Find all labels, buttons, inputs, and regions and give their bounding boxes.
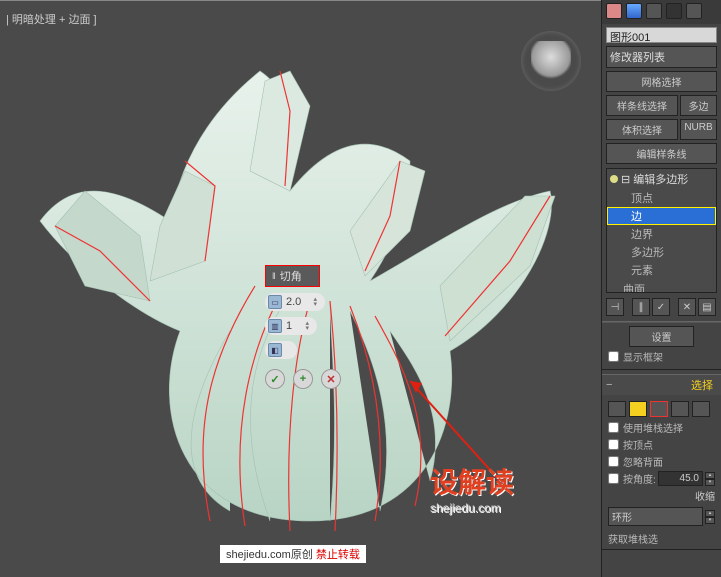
chk-show-cage[interactable]: 显示框架 [608, 349, 715, 364]
subobj-polygon[interactable]: 多边形 [607, 243, 716, 261]
lbl-stack-msg: 获取堆栈选 [608, 531, 715, 546]
bulb-icon[interactable] [610, 175, 618, 183]
rollout-selection: 选择 使用堆栈选择 按顶点 忽略背面 按角度: 45.0 ▴▾ 收缩 环形 ▴▾ [602, 374, 721, 550]
chk-ignore-backface[interactable]: 忽略背面 [608, 454, 715, 469]
command-panel: 图形001 修改器列表 网格选择 样条线选择 多边 体积选择 NURB 编辑样条… [601, 0, 721, 577]
tab-hierarchy[interactable] [646, 3, 662, 19]
tab-modify[interactable] [626, 3, 642, 19]
ring-up[interactable]: ▴ [705, 510, 715, 517]
unique-icon[interactable]: ✓ [652, 298, 670, 316]
stack-tools: ⊣ ∥ ✓ ✕ ▤ [606, 297, 717, 317]
chamfer-amount-pill[interactable]: ▭ 2.0 ▴▾ [265, 293, 325, 311]
btn-nurbs[interactable]: NURB [680, 119, 717, 140]
caddy-cancel-button[interactable]: ✕ [321, 369, 341, 389]
chk-by-vertex[interactable]: 按顶点 [608, 437, 715, 452]
lbl-contract: 收缩 [608, 488, 715, 503]
chamfer-option-pill[interactable]: ◧ [265, 341, 297, 359]
subobj-edge[interactable]: 边 [607, 207, 716, 225]
angle-up[interactable]: ▴ [705, 472, 715, 479]
tab-utilities[interactable] [686, 3, 702, 19]
so-vertex[interactable] [608, 401, 626, 417]
angle-value[interactable]: 45.0 [658, 471, 703, 486]
watermark: 设解读 shejiedu.com [430, 461, 514, 515]
row-by-angle: 按角度: 45.0 ▴▾ [608, 471, 715, 486]
chamfer-seg-icon: ▥ [268, 319, 282, 333]
subobj-vertex[interactable]: 顶点 [607, 189, 716, 207]
caddy-apply-plus-button[interactable]: + [293, 369, 313, 389]
btn-spline-select[interactable]: 样条线选择 [606, 95, 678, 116]
so-element[interactable] [692, 401, 710, 417]
caddy-apply-button[interactable]: ✓ [265, 369, 285, 389]
btn-mesh-select[interactable]: 网格选择 [606, 71, 717, 92]
remove-icon[interactable]: ✕ [678, 298, 696, 316]
configure-icon[interactable]: ▤ [698, 298, 716, 316]
subobject-buttons [608, 401, 715, 417]
drop-ring[interactable]: 环形 [608, 507, 703, 526]
viewport-3d[interactable]: | 明暗处理 + 边面 ] [0, 0, 601, 577]
show-end-icon[interactable]: ∥ [632, 298, 650, 316]
so-edge[interactable] [629, 401, 647, 417]
rollout-settings: 设置 显示框架 [602, 321, 721, 370]
subobj-element[interactable]: 元素 [607, 261, 716, 279]
modifier-list-dropdown[interactable]: 修改器列表 [606, 46, 717, 68]
btn-vol-select[interactable]: 体积选择 [606, 119, 678, 140]
btn-poly[interactable]: 多边 [680, 95, 717, 116]
tab-create[interactable] [606, 3, 622, 19]
chamfer-amount-value: 2.0 [286, 296, 301, 308]
viewport-label: | 明暗处理 + 边面 ] [6, 11, 97, 27]
footer-credit: shejiedu.com原创 禁止转载 [220, 545, 366, 563]
btn-settings[interactable]: 设置 [629, 326, 693, 347]
chamfer-amount-icon: ▭ [268, 295, 282, 309]
chamfer-segments-pill[interactable]: ▥ 1 ▴▾ [265, 317, 317, 335]
chk-use-stack[interactable]: 使用堆栈选择 [608, 420, 715, 435]
pin-icon[interactable]: ⊣ [606, 298, 624, 316]
chamfer-caddy: 切角 ▭ 2.0 ▴▾ ▥ 1 ▴▾ ◧ ✓ + ✕ [265, 265, 341, 389]
subobj-border[interactable]: 边界 [607, 225, 716, 243]
modifier-stack[interactable]: ⊟ 编辑多边形 顶点 边 边界 多边形 元素 曲面 [606, 168, 717, 293]
chk-by-angle[interactable]: 按角度: [608, 471, 656, 486]
object-name-field[interactable]: 图形001 [606, 27, 717, 43]
rollout-select-title[interactable]: 选择 [616, 377, 717, 393]
angle-down[interactable]: ▾ [705, 479, 715, 486]
stack-modifier[interactable]: ⊟ 编辑多边形 [607, 169, 716, 189]
so-border[interactable] [650, 401, 668, 417]
so-poly[interactable] [671, 401, 689, 417]
stack-base[interactable]: 曲面 [607, 279, 716, 293]
chamfer-seg-value: 1 [286, 320, 292, 332]
panel-tab-row [602, 0, 721, 24]
ring-down[interactable]: ▾ [705, 517, 715, 524]
btn-edit-spline[interactable]: 编辑样条线 [606, 143, 717, 164]
tab-display[interactable] [666, 3, 682, 19]
caddy-title[interactable]: 切角 [265, 265, 320, 287]
chamfer-opt-icon: ◧ [268, 343, 282, 357]
